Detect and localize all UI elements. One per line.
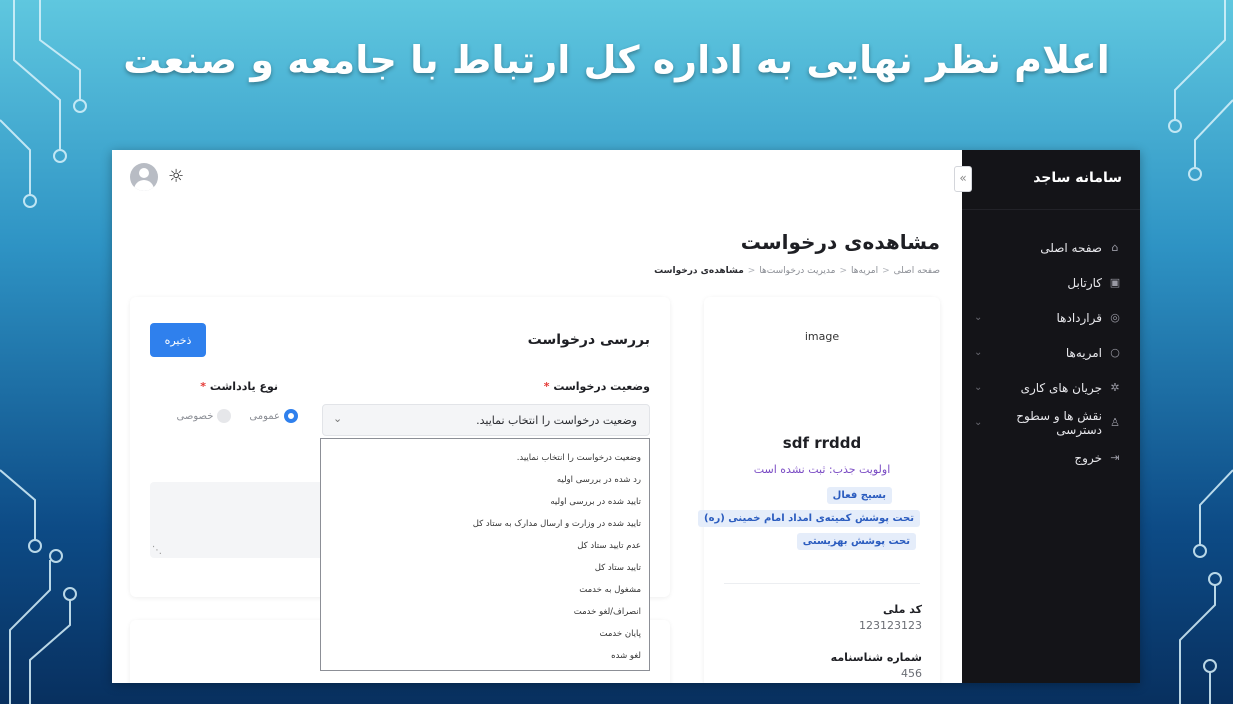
profile-card: image sdf rrddd اولویت جذب: ثبت نشده است…	[698, 297, 940, 683]
divider	[724, 583, 920, 584]
breadcrumb-separator: <	[839, 266, 848, 276]
logout-icon: ⇥	[1110, 450, 1120, 464]
brand-title: سامانه ساجد	[1033, 170, 1122, 186]
profile-image: image	[804, 330, 840, 343]
sidebar-item-home[interactable]: ⌂ صفحه اصلی	[962, 230, 1140, 265]
home-icon: ⌂	[1111, 240, 1119, 254]
status-option[interactable]: لغو شده	[321, 645, 641, 667]
breadcrumb-separator: <	[747, 266, 756, 276]
status-option[interactable]: تایید ستاد کل	[321, 557, 641, 579]
workflow-icon: ✲	[1110, 380, 1120, 394]
sidebar-menu: ⌂ صفحه اصلی ▣ کارتابل ◎ قراردادها ⌄ ○ امریه‌ه…	[962, 230, 1140, 475]
status-option[interactable]: عدم تایید ستاد کل	[321, 535, 641, 557]
save-button[interactable]: ذخیره	[150, 323, 206, 357]
status-option[interactable]: پایان خدمت	[321, 623, 641, 645]
breadcrumb-requests[interactable]: مدیریت درخواست‌ها	[759, 266, 835, 276]
note-type-radio-group: عمومی خصوصی	[159, 409, 298, 423]
status-label: وضعیت درخواست *	[543, 380, 650, 393]
user-avatar[interactable]	[130, 163, 158, 191]
divider	[962, 209, 1140, 210]
top-bar: ☼	[112, 150, 962, 208]
status-option[interactable]: انصراف/لغو خدمت	[321, 601, 641, 623]
chevron-down-icon: ⌄	[974, 417, 983, 428]
required-mark: *	[543, 380, 550, 393]
status-select[interactable]: وضعیت درخواست را انتخاب نمایید. ⌄	[322, 404, 650, 436]
radio-unselected-icon	[217, 409, 232, 423]
status-dropdown-list: وضعیت درخواست را انتخاب نمایید. رد شده د…	[320, 438, 650, 671]
tag-komite: تحت پوشش کمیته‌ی امداد امام خمینی (ره)	[698, 510, 920, 527]
status-select-value: وضعیت درخواست را انتخاب نمایید.	[476, 414, 637, 427]
resize-grip-icon[interactable]: ⋰	[152, 545, 162, 556]
status-option[interactable]: مشغول به خدمت	[321, 579, 641, 601]
status-option[interactable]: وضعیت درخواست را انتخاب نمایید.	[321, 447, 641, 469]
tag-basij: بسیج فعال	[826, 487, 892, 504]
sidebar: سامانه ساجد ⌂ صفحه اصلی ▣ کارتابل ◎ قرارداد…	[962, 150, 1140, 683]
profile-name: sdf rrddd	[782, 434, 862, 452]
page-title: مشاهده‌ی درخواست	[740, 230, 940, 254]
birth-cert-value: 456	[901, 667, 922, 680]
sidebar-item-inbox[interactable]: ▣ کارتابل	[962, 265, 1140, 300]
note-type-label: نوع یادداشت *	[200, 380, 278, 393]
chevron-down-icon: ⌄	[974, 347, 983, 358]
radio-selected-icon	[284, 409, 298, 423]
status-option[interactable]: رد شده در بررسی اولیه	[321, 469, 641, 491]
status-option[interactable]: تایید شده در بررسی اولیه	[321, 491, 641, 513]
birth-cert-label: شماره شناسنامه	[830, 651, 922, 664]
national-id-value: 123123123	[859, 619, 922, 632]
required-mark: *	[200, 380, 206, 393]
chevron-down-icon: ⌄	[974, 312, 983, 323]
chevron-down-icon: ⌄	[333, 412, 343, 425]
chevron-down-icon: ⌄	[974, 382, 983, 393]
sidebar-item-logout[interactable]: ⇥ خروج	[962, 440, 1140, 475]
breadcrumb-home[interactable]: صفحه اصلی	[894, 266, 940, 276]
breadcrumb-separator: <	[882, 266, 890, 276]
priority-text: اولویت جذب: ثبت نشده است	[753, 463, 891, 476]
breadcrumb-current: مشاهده‌ی درخواست	[654, 266, 744, 276]
sun-icon[interactable]: ☼	[168, 166, 184, 187]
tag-behzisti: تحت پوشش بهزیستی	[796, 533, 916, 550]
breadcrumb: صفحه اصلی<امریه‌ها<مدیریت درخواست‌ها<مشا…	[654, 266, 940, 276]
inbox-icon: ▣	[1109, 275, 1121, 289]
national-id-label: کد ملی	[882, 603, 922, 616]
section-title: بررسی درخواست	[527, 332, 650, 348]
sidebar-collapse-button[interactable]: «	[954, 166, 972, 192]
radio-public[interactable]: عمومی	[249, 409, 298, 423]
status-option[interactable]: تایید شده در وزارت و ارسال مدارک به ستاد…	[321, 513, 641, 535]
circle-icon: ○	[1110, 345, 1120, 359]
breadcrumb-amriye[interactable]: امریه‌ها	[851, 266, 878, 276]
app-window: ☼ مشاهده‌ی درخواست صفحه اصلی<امریه‌ها<مد…	[112, 150, 1140, 683]
sidebar-item-contracts[interactable]: ◎ قراردادها ⌄	[962, 300, 1140, 335]
contract-icon: ◎	[1110, 310, 1120, 324]
sidebar-item-roles[interactable]: ♙ نقش ها و سطوح دسترسی ⌄	[962, 405, 1140, 440]
sidebar-item-workflows[interactable]: ✲ جریان های کاری ⌄	[962, 370, 1140, 405]
radio-private[interactable]: خصوصی	[177, 409, 232, 423]
user-icon: ♙	[1110, 415, 1120, 429]
sidebar-item-amriye[interactable]: ○ امریه‌ها ⌄	[962, 335, 1140, 370]
